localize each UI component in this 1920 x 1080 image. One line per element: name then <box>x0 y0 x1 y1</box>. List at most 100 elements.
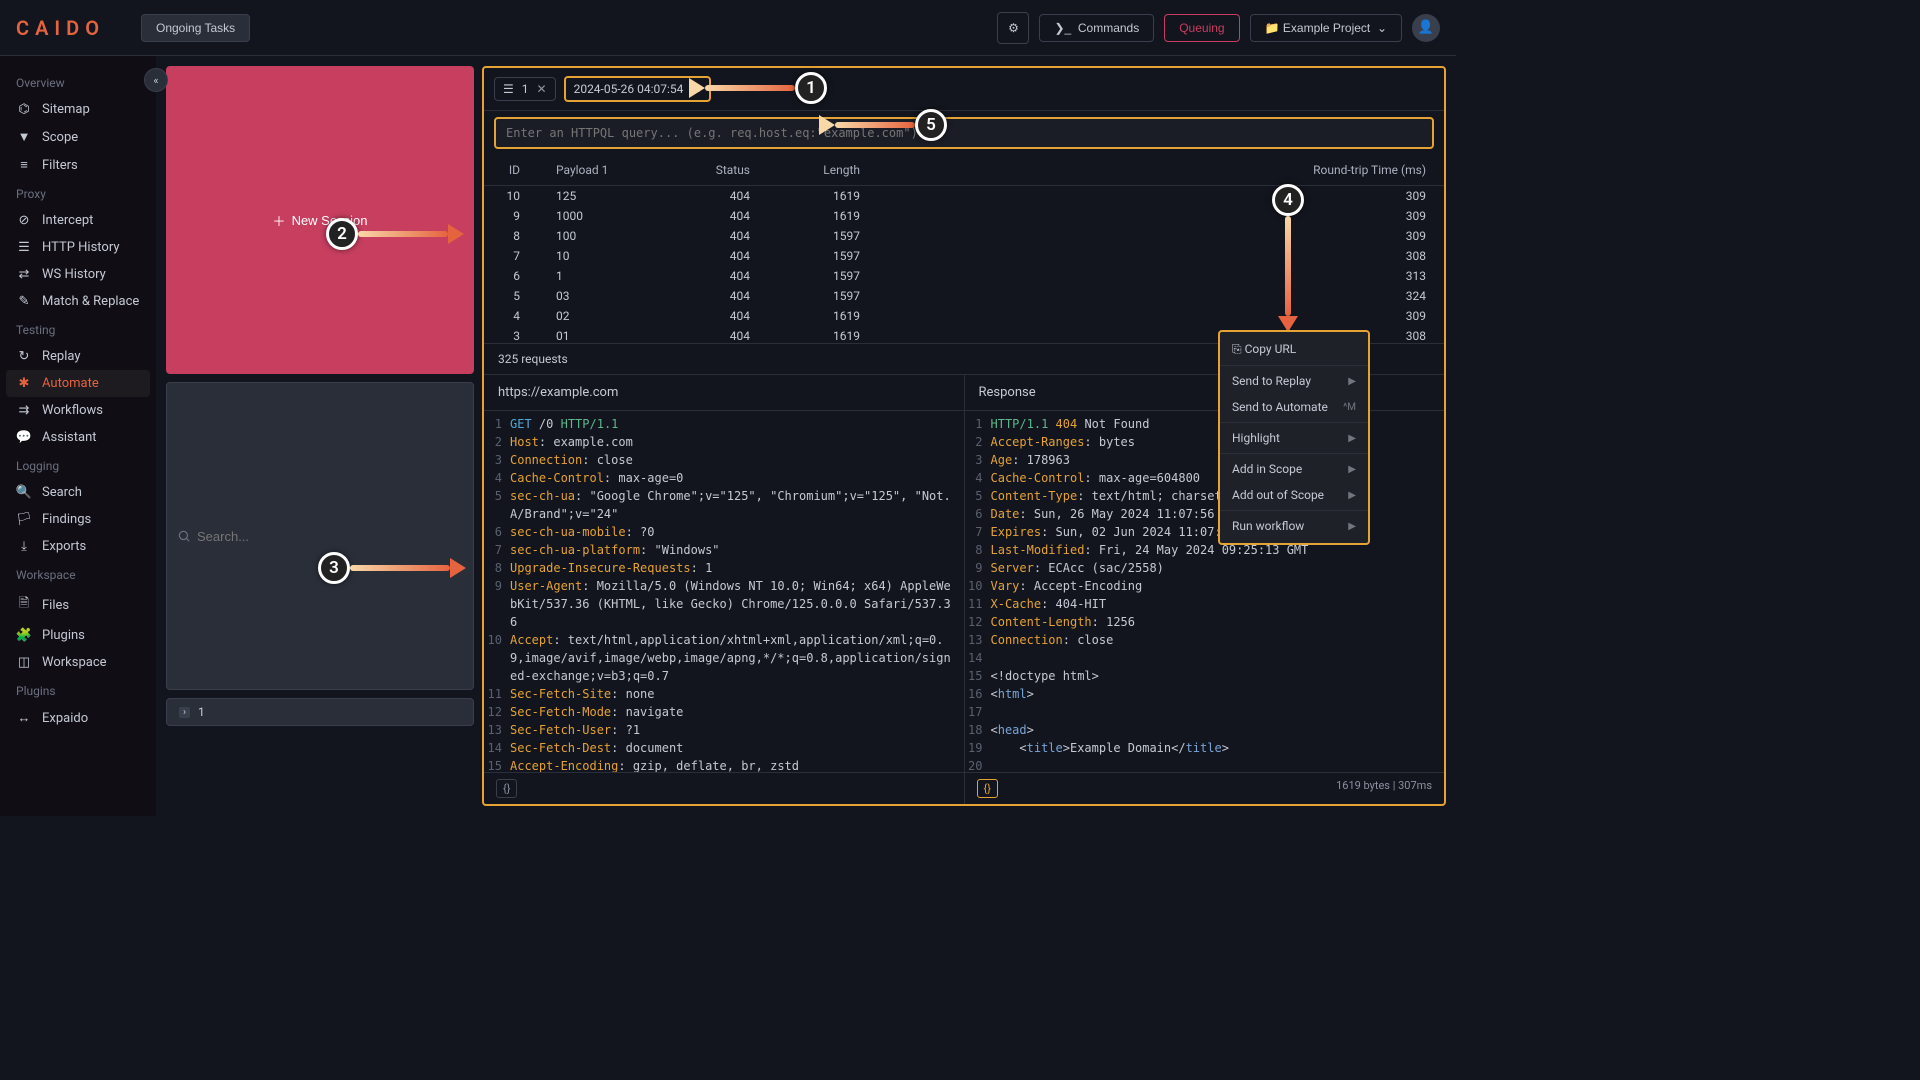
sidebar-item-automate-icon: ✱ <box>16 376 32 391</box>
results-table-wrap[interactable]: IDPayload 1StatusLengthRound-trip Time (… <box>484 155 1444 343</box>
sidebar-item-label: WS History <box>42 267 106 282</box>
user-avatar[interactable]: 👤 <box>1412 14 1440 42</box>
sidebar-item-replay-icon: ↻ <box>16 349 32 364</box>
format-button[interactable]: {} <box>496 779 517 798</box>
table-row[interactable]: 5034041597324 <box>484 286 1444 306</box>
sidebar-item-findings[interactable]: 🏳 Findings <box>0 506 156 533</box>
table-header[interactable]: Payload 1 <box>538 155 658 186</box>
sidebar-section-label: Proxy <box>0 179 156 207</box>
sidebar-item-intercept[interactable]: ⊘Intercept <box>0 207 156 234</box>
sidebar-section-label: Testing <box>0 315 156 343</box>
settings-button[interactable]: ⚙ <box>997 12 1029 44</box>
sidebar-item-label: Findings <box>42 512 91 527</box>
sidebar-item-workflows[interactable]: ⇉ Workflows <box>0 397 156 424</box>
session-tree-item[interactable]: ›1 <box>166 698 474 726</box>
search-input[interactable] <box>166 382 474 690</box>
chevron-right-icon: ▶ <box>1348 433 1356 444</box>
new-session-button[interactable]: ＋New Session <box>166 66 474 374</box>
httpql-query-input[interactable] <box>494 117 1434 149</box>
commands-button[interactable]: ❯_ Commands <box>1039 14 1154 42</box>
sidebar-item-assistant[interactable]: 💬Assistant <box>0 424 156 451</box>
project-dropdown[interactable]: 📁 Example Project ⌄ <box>1250 14 1402 42</box>
table-row[interactable]: 7104041597308 <box>484 246 1444 266</box>
sidebar-item-files[interactable]: 🗎Files <box>0 588 156 622</box>
context-menu-item[interactable]: Add in Scope▶ <box>1220 456 1368 482</box>
sidebar-item-label: Sitemap <box>42 102 90 117</box>
sidebar-item-filters-icon: ≡ <box>16 157 32 173</box>
sidebar-item-sitemap[interactable]: ⌬ Sitemap <box>0 96 156 123</box>
table-row[interactable]: 101254041619309 <box>484 186 1444 207</box>
terminal-icon: ❯_ <box>1054 21 1071 35</box>
gear-icon: ⚙ <box>1008 21 1019 35</box>
request-editor: https://example.com 1GET /0 HTTP/1.12Hos… <box>484 375 965 804</box>
table-row[interactable]: 614041597313 <box>484 266 1444 286</box>
close-icon[interactable]: ✕ <box>691 82 701 96</box>
filter-bar: ☰ 1 ✕ 2024-05-26 04:07:54 ✕ <box>484 68 1444 111</box>
sidebar: Overview⌬Sitemap▼Scope≡FiltersProxy⊘Inte… <box>0 56 156 816</box>
sidebar-item-findings-icon: 🏳 <box>16 512 32 527</box>
table-header[interactable]: Round-trip Time (ms) <box>878 155 1444 186</box>
sidebar-item-search-icon: 🔍 <box>16 485 32 500</box>
table-header[interactable]: Length <box>768 155 878 186</box>
sidebar-item-exports-icon: ⤓ <box>16 539 32 554</box>
sidebar-item-label: Scope <box>42 130 78 145</box>
chevron-down-icon: ⌄ <box>1377 21 1387 35</box>
response-footer: 1619 bytes | 307ms <box>1336 779 1432 798</box>
sidebar-item-workspace-icon: ◫ <box>16 655 32 670</box>
filter-icon: ☰ <box>503 82 514 96</box>
sidebar-item-label: Workspace <box>42 655 107 670</box>
context-menu-item[interactable]: Send to Replay▶ <box>1220 368 1368 394</box>
table-row[interactable]: 81004041597309 <box>484 226 1444 246</box>
sidebar-item-automate[interactable]: ✱ Automate <box>6 370 150 397</box>
sidebar-item-exports[interactable]: ⤓Exports <box>0 533 156 560</box>
response-body[interactable]: 1HTTP/1.1 404 Not Found2Accept-Ranges: b… <box>965 411 1445 772</box>
table-header[interactable]: ID <box>484 155 538 186</box>
chevron-right-icon: ▶ <box>1348 376 1356 387</box>
sidebar-collapse-button[interactable]: « <box>144 68 168 92</box>
table-row[interactable]: 910004041619309 <box>484 206 1444 226</box>
request-body[interactable]: 1GET /0 HTTP/1.12Host: example.com3Conne… <box>484 411 964 772</box>
sidebar-item-assistant-icon: 💬 <box>16 430 32 445</box>
queuing-button[interactable]: Queuing <box>1164 14 1239 42</box>
sidebar-item-sitemap-icon: ⌬ <box>16 102 32 117</box>
sidebar-item-match-replace[interactable]: ✎Match & Replace <box>0 288 156 315</box>
response-editor: Response 1HTTP/1.1 404 Not Found2Accept-… <box>965 375 1445 804</box>
chevron-right-icon: ▶ <box>1348 464 1356 475</box>
ongoing-tasks-button[interactable]: Ongoing Tasks <box>141 14 250 42</box>
table-row[interactable]: 4024041619309 <box>484 306 1444 326</box>
sidebar-item-filters[interactable]: ≡Filters <box>0 151 156 179</box>
sidebar-item-label: Intercept <box>42 213 93 228</box>
sidebar-item-replay[interactable]: ↻ Replay <box>0 343 156 370</box>
topbar: CAIDO Ongoing Tasks ⚙ ❯_ Commands Queuin… <box>0 0 1456 56</box>
close-icon[interactable]: ✕ <box>537 82 547 96</box>
sidebar-item-label: Expaido <box>42 711 88 726</box>
format-button[interactable]: {} <box>977 779 998 798</box>
sidebar-item-label: Workflows <box>42 403 103 418</box>
context-menu-item[interactable]: ⎘ Copy URL <box>1220 336 1368 363</box>
context-menu-item[interactable]: Highlight▶ <box>1220 425 1368 451</box>
user-icon: 👤 <box>1418 20 1434 35</box>
sidebar-item-workflows-icon: ⇉ <box>16 403 32 418</box>
sidebar-item-label: Match & Replace <box>42 294 139 309</box>
table-header[interactable]: Status <box>658 155 768 186</box>
context-menu-item[interactable]: Run workflow▶ <box>1220 513 1368 539</box>
sidebar-item-label: Automate <box>42 376 99 391</box>
filter-count-pill[interactable]: ☰ 1 ✕ <box>494 77 556 101</box>
context-menu-item[interactable]: Add out of Scope▶ <box>1220 482 1368 508</box>
sidebar-item-expaido-icon: ↔ <box>16 710 32 726</box>
sidebar-item-scope[interactable]: ▼Scope <box>0 123 156 151</box>
sidebar-item-workspace[interactable]: ◫ Workspace <box>0 649 156 676</box>
context-menu: ⎘ Copy URL Send to Replay▶Send to Automat… <box>1218 330 1370 545</box>
context-menu-item[interactable]: Send to Automate^M <box>1220 394 1368 420</box>
sidebar-item-plugins[interactable]: 🧩Plugins <box>0 622 156 649</box>
sidebar-item-expaido[interactable]: ↔ Expaido <box>0 704 156 732</box>
filter-tag-pill[interactable]: 2024-05-26 04:07:54 ✕ <box>564 76 712 102</box>
sidebar-item-label: Search <box>42 485 82 500</box>
results-table: IDPayload 1StatusLengthRound-trip Time (… <box>484 155 1444 343</box>
plus-icon: ＋ <box>273 211 286 230</box>
sidebar-item-ws-history[interactable]: ⇄WS History <box>0 261 156 288</box>
sidebar-item-search[interactable]: 🔍 Search <box>0 479 156 506</box>
sidebar-section-label: Workspace <box>0 560 156 588</box>
sidebar-item-http-history[interactable]: ☰HTTP History <box>0 234 156 261</box>
sidebar-item-label: Replay <box>42 349 81 364</box>
